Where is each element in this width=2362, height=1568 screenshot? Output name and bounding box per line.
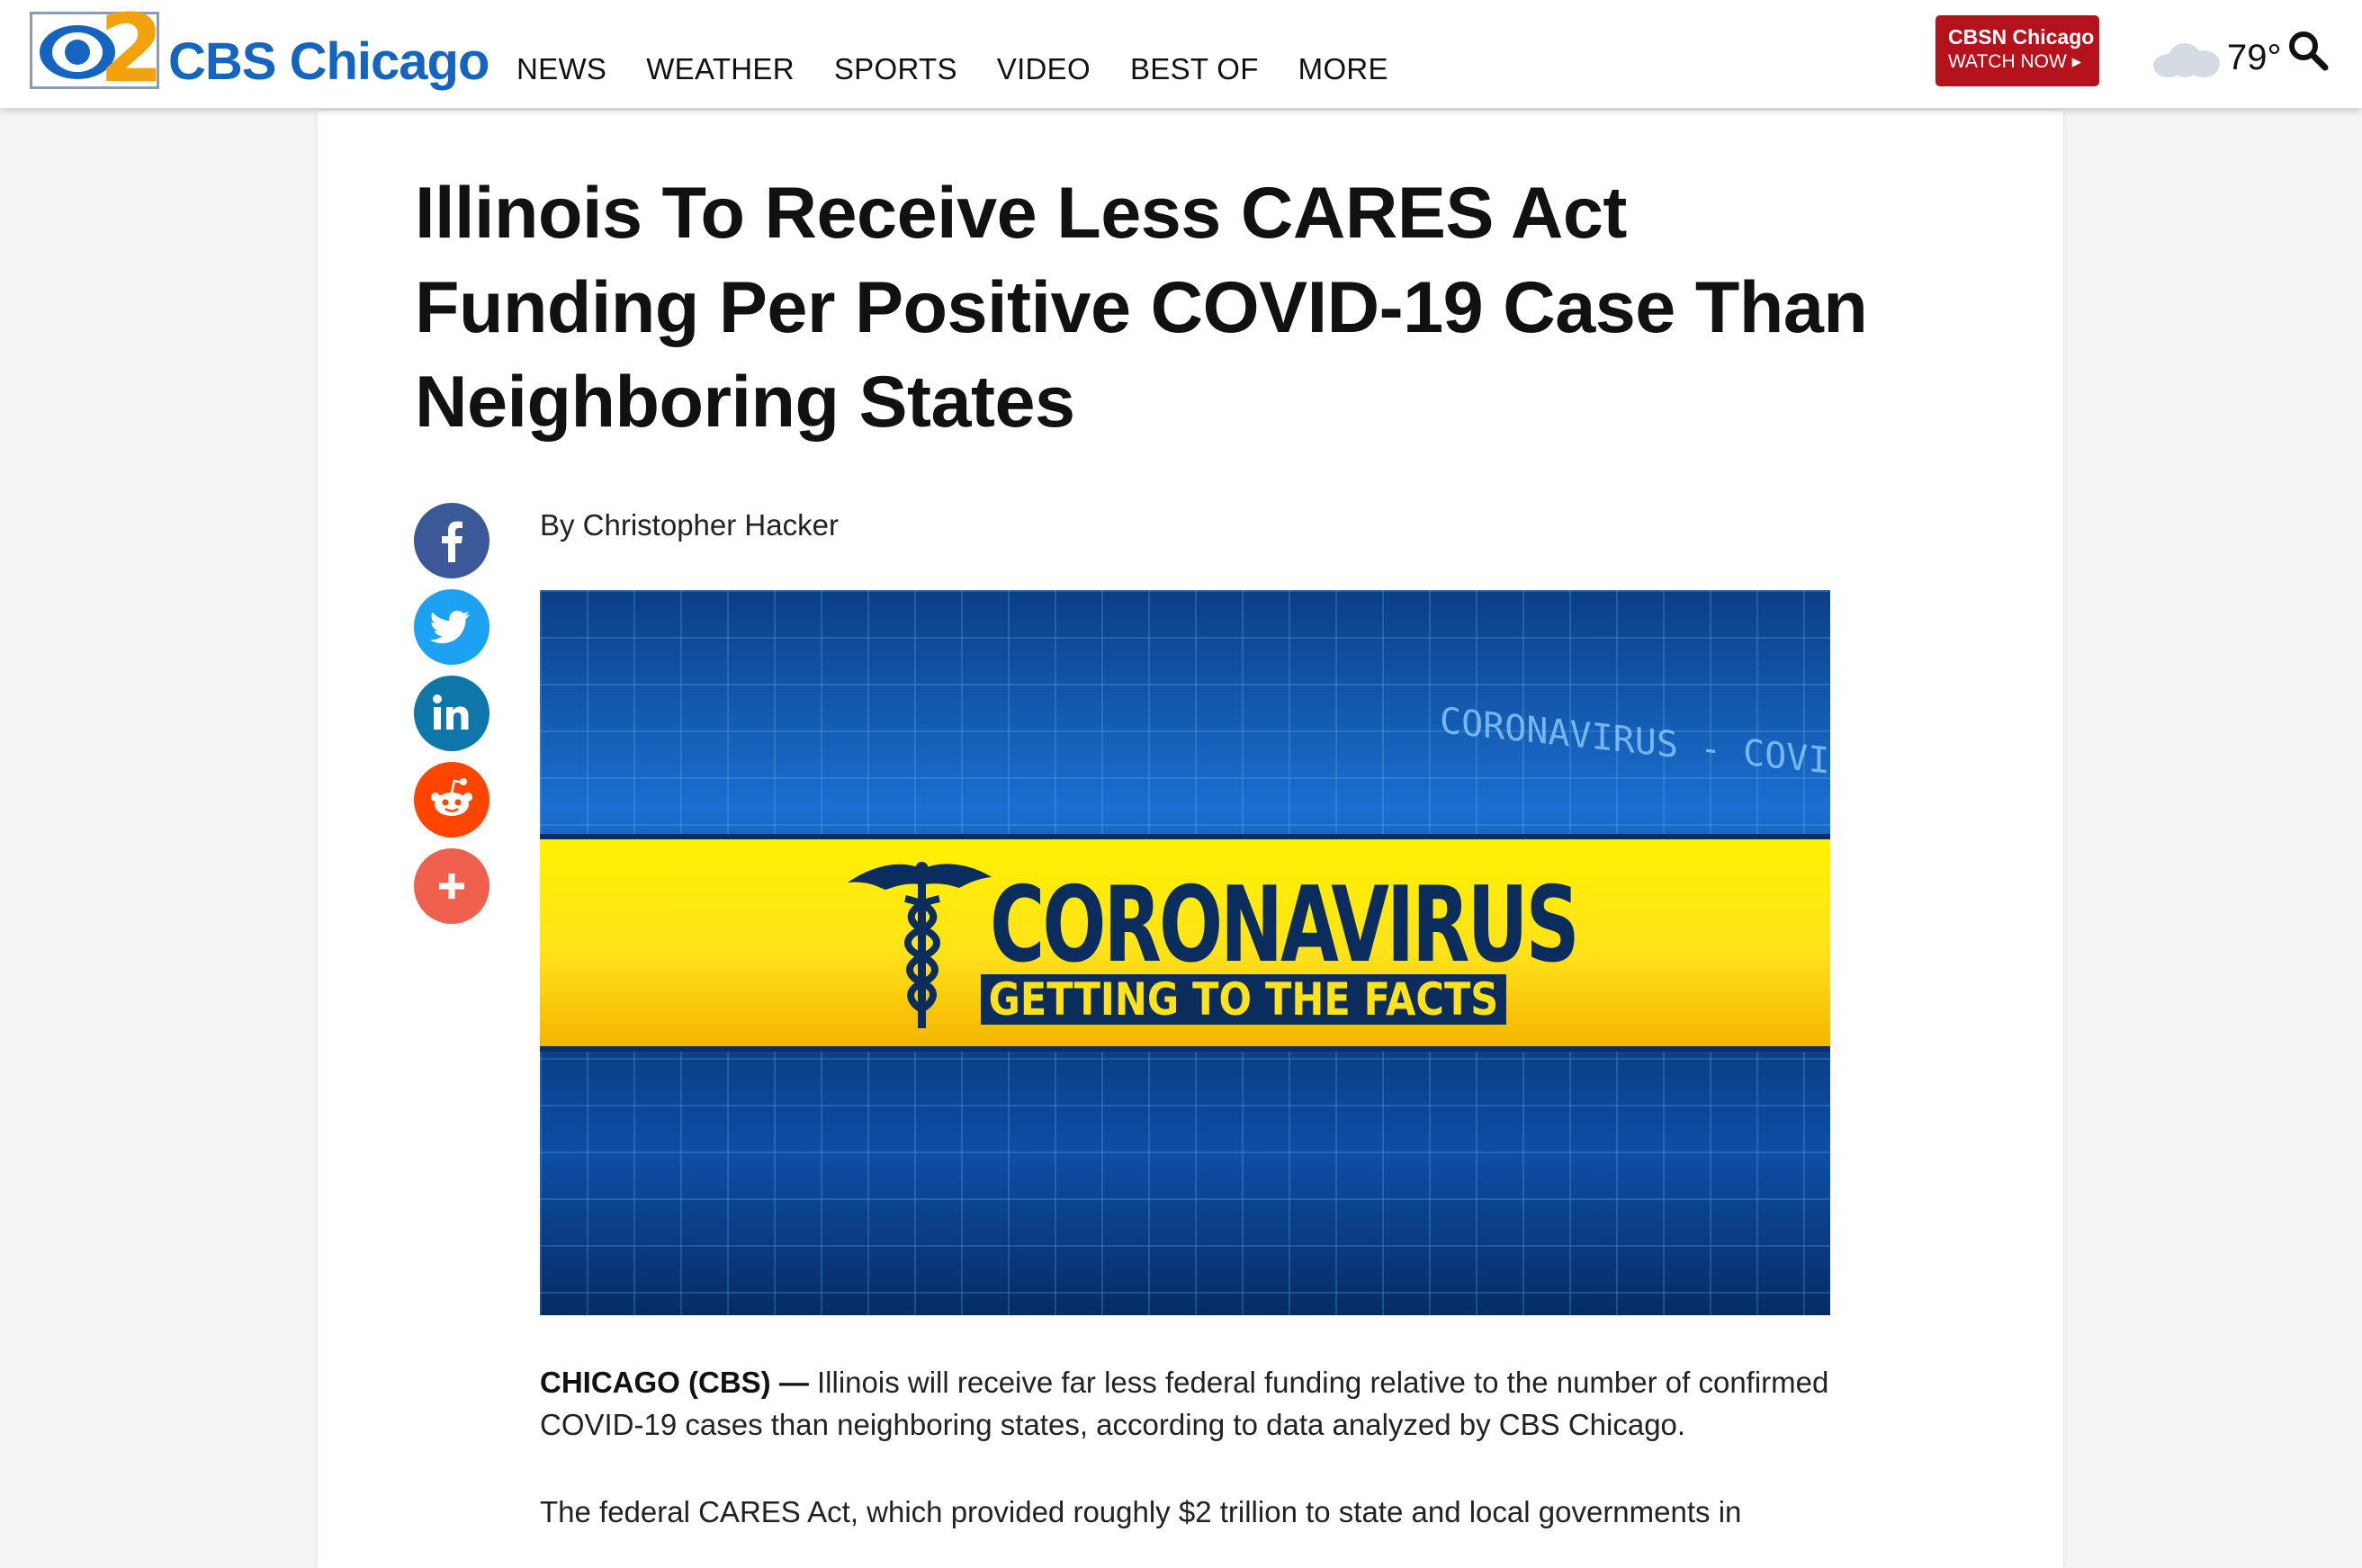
cbsn-label: CBSN Chicago bbox=[1948, 25, 2095, 49]
reddit-icon bbox=[431, 778, 472, 816]
nav-video[interactable]: VIDEO bbox=[997, 49, 1091, 89]
search-icon[interactable] bbox=[2287, 30, 2329, 71]
facebook-icon bbox=[442, 521, 463, 562]
plus-icon bbox=[439, 874, 464, 899]
article-paragraph: The federal CARES Act, which provided ro… bbox=[540, 1491, 1836, 1533]
reddit-share-button[interactable] bbox=[414, 762, 489, 838]
site-header: 2 CBS Chicago NEWS WEATHER SPORTS VIDEO … bbox=[0, 0, 2362, 108]
share-bar bbox=[414, 503, 489, 935]
facebook-share-button[interactable] bbox=[414, 503, 489, 578]
article-paragraph: CHICAGO (CBS) — Illinois will receive fa… bbox=[540, 1361, 1836, 1446]
weather-widget[interactable]: 79° bbox=[2153, 32, 2282, 83]
nav-weather[interactable]: WEATHER bbox=[646, 49, 795, 89]
nav-sports[interactable]: SPORTS bbox=[834, 49, 957, 89]
main-nav: NEWS WEATHER SPORTS VIDEO BEST OF MORE bbox=[516, 49, 1428, 89]
twitter-icon bbox=[429, 610, 470, 644]
twitter-share-button[interactable] bbox=[414, 589, 489, 665]
hero-subtitle: GETTING TO THE FACTS bbox=[981, 974, 1506, 1025]
cbsn-watch-now-button[interactable]: CBSN Chicago WATCH NOW ▸ bbox=[1935, 15, 2099, 86]
linkedin-icon bbox=[433, 694, 469, 730]
article-headline: Illinois To Receive Less CARES Act Fundi… bbox=[415, 173, 1868, 443]
logo-badge: 2 bbox=[30, 2, 164, 95]
logo-text: CBS Chicago bbox=[168, 32, 489, 91]
article-dateline: CHICAGO (CBS) — bbox=[540, 1366, 809, 1399]
nav-news[interactable]: NEWS bbox=[516, 49, 606, 89]
hero-banner: CORONAVIRUS GETTING TO THE FACTS bbox=[540, 834, 1830, 1052]
hero-title: CORONAVIRUS bbox=[990, 865, 1580, 986]
more-share-button[interactable] bbox=[414, 848, 489, 924]
watch-now-label: WATCH NOW ▸ bbox=[1948, 51, 2082, 72]
temperature: 79° bbox=[2227, 38, 2282, 77]
cloud-icon bbox=[2153, 41, 2220, 77]
cbs-chicago-logo[interactable]: 2 CBS Chicago bbox=[30, 2, 489, 95]
linkedin-share-button[interactable] bbox=[414, 676, 489, 751]
logo-number: 2 bbox=[99, 0, 165, 103]
caduceus-icon bbox=[848, 862, 992, 1028]
paragraph-text: The federal CARES Act, which provided ro… bbox=[540, 1495, 1742, 1528]
hero-image: CORONAVIRUS - COVID-19 CORONAVIRUS GETTI… bbox=[540, 590, 1830, 1315]
nav-best-of[interactable]: BEST OF bbox=[1130, 49, 1259, 89]
article-byline: By Christopher Hacker bbox=[540, 508, 839, 542]
nav-more[interactable]: MORE bbox=[1298, 49, 1388, 89]
